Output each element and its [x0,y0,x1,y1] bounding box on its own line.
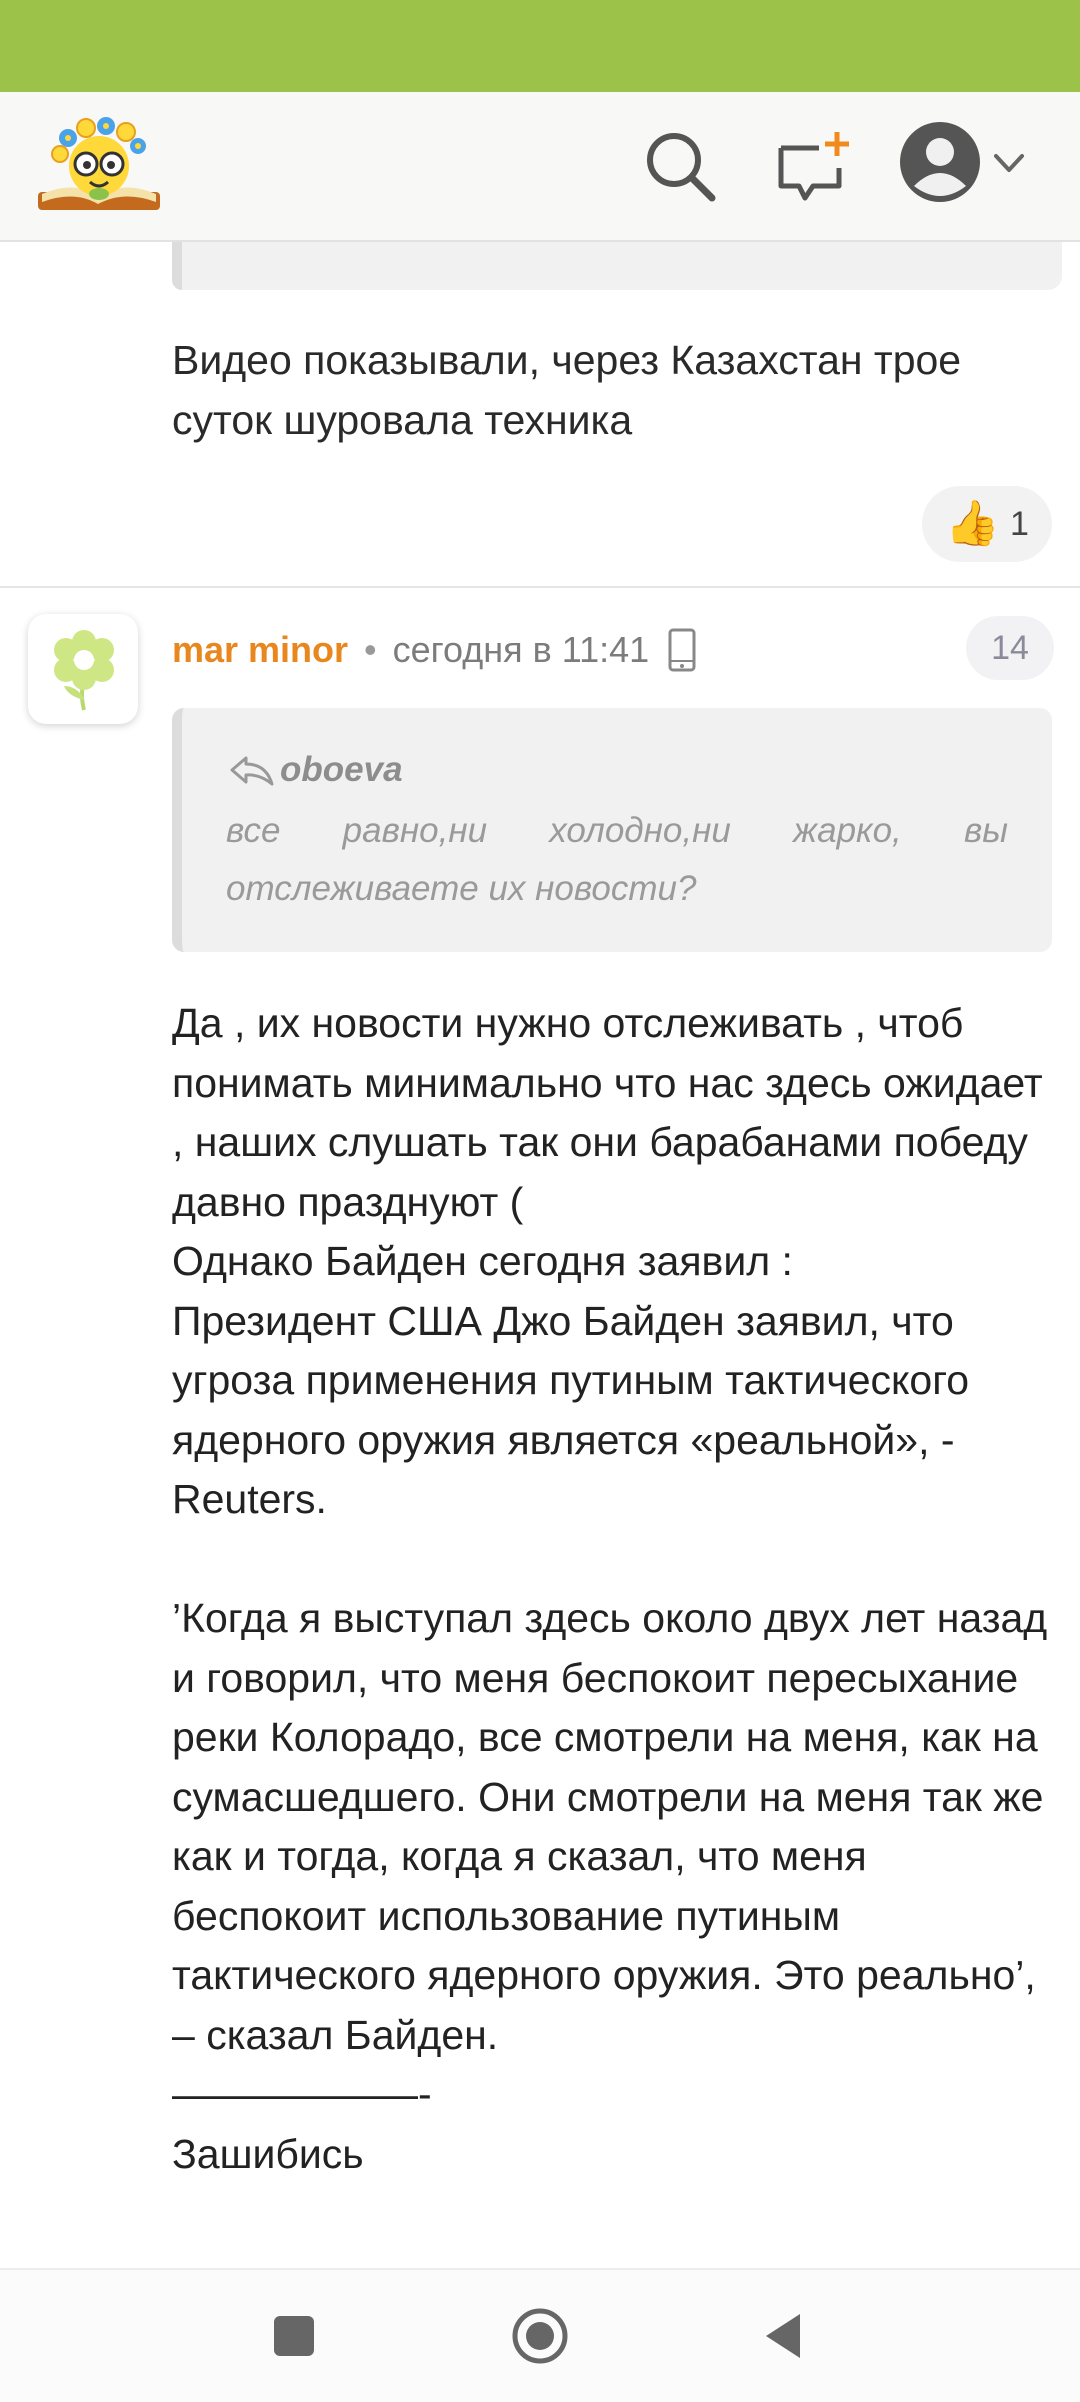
meta-separator: • [364,629,377,670]
comment-author[interactable]: mar minor [172,629,348,671]
quote-author-row[interactable]: oboeva [226,750,1008,790]
search-icon[interactable] [640,126,720,206]
comment-header: mar minor • сегодня в 11:41 [172,622,697,678]
app-header [0,92,1080,242]
flower-icon [54,630,114,711]
chevron-down-icon[interactable] [990,144,1028,182]
site-logo[interactable] [34,110,164,220]
quoted-comment: oboeva все равно,ни холодно,ни жарко, вы… [172,708,1052,952]
quote-text: все равно,ни холодно,ни жарко, вы отслеж… [226,811,1008,908]
compose-icon[interactable] [775,126,855,206]
home-icon[interactable] [510,2306,570,2366]
comment-time: сегодня в 11:41 [392,629,650,670]
author-avatar[interactable] [28,614,138,724]
recent-apps-icon[interactable] [264,2306,324,2366]
thumbs-up-icon: 👍 [945,499,1000,548]
comment-text: Да , их новости нужно отслеживать , чтоб… [172,1000,1048,2177]
user-avatar-icon[interactable] [898,120,982,204]
previous-quote-block [172,240,1062,290]
mobile-device-icon [668,628,696,672]
reply-arrow-icon [230,756,274,786]
comment-number-badge[interactable]: 14 [966,616,1054,680]
system-navigation-bar [0,2268,1080,2402]
like-count: 1 [1009,504,1029,543]
previous-comment-text: Видео показывали, через Казахстан трое с… [172,337,962,443]
status-bar [0,0,1080,92]
comment-divider [0,586,1080,588]
quote-author: oboeva [280,750,403,789]
like-button[interactable]: 👍 1 [922,486,1052,562]
back-icon[interactable] [756,2306,816,2366]
